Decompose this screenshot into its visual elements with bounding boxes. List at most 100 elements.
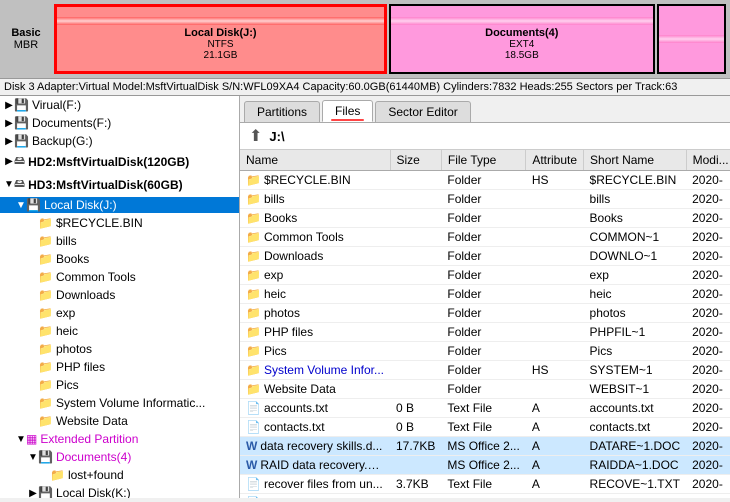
file-mod-cell: 2020- xyxy=(686,342,730,361)
tree-node-exp[interactable]: 📁 exp xyxy=(0,305,239,321)
tree-label: Local Disk(K:) xyxy=(56,486,131,498)
table-row[interactable]: 📁Common ToolsFolderCOMMON~12020- xyxy=(240,228,730,247)
tree-node-photos[interactable]: 📁 photos xyxy=(0,341,239,357)
expand-icon[interactable]: ▶ xyxy=(4,118,14,129)
list-item: 📁 photos xyxy=(0,340,239,358)
file-name: exp xyxy=(264,268,283,282)
tree-node-php-files[interactable]: 📁 PHP files xyxy=(0,359,239,375)
file-name: RAID data recovery.d... xyxy=(260,458,384,472)
tree-node-bills[interactable]: 📁 bills xyxy=(0,233,239,249)
tree-node-srecycle[interactable]: 📁 $RECYCLE.BIN xyxy=(0,215,239,231)
file-size-cell xyxy=(390,171,441,190)
tree-node-extended[interactable]: ▼ ▦ Extended Partition xyxy=(0,431,239,447)
file-name: Website Data xyxy=(264,382,336,396)
col-shortname[interactable]: Short Name xyxy=(584,150,687,171)
table-row[interactable]: 📁PHP filesFolderPHPFIL~12020- xyxy=(240,323,730,342)
expand-icon[interactable]: ▶ xyxy=(4,100,14,111)
table-row[interactable]: 📄contacts.txt0 BText FileAcontacts.txt20… xyxy=(240,418,730,437)
table-row[interactable]: 📁heicFolderheic2020- xyxy=(240,285,730,304)
table-row[interactable]: 📁DownloadsFolderDOWNLO~12020- xyxy=(240,247,730,266)
table-row[interactable]: 📁PicsFolderPics2020- xyxy=(240,342,730,361)
expand-icon[interactable]: ▶ xyxy=(4,156,14,167)
tree-node-books[interactable]: 📁 Books xyxy=(0,251,239,267)
file-icon: 📄 xyxy=(246,477,261,491)
table-row[interactable]: 📁$RECYCLE.BINFolderHS$RECYCLE.BIN2020- xyxy=(240,171,730,190)
table-row[interactable]: 📄accounts.txt0 BText FileAaccounts.txt20… xyxy=(240,399,730,418)
col-size[interactable]: Size xyxy=(390,150,441,171)
folder-icon: 📁 xyxy=(38,378,53,392)
table-row[interactable]: 📁billsFolderbills2020- xyxy=(240,190,730,209)
file-short-cell: Pics xyxy=(584,342,687,361)
file-name: contacts.txt xyxy=(264,420,325,434)
partition-docs4[interactable]: Documents(4) EXT4 18.5GB xyxy=(389,4,655,74)
table-row[interactable]: 📁BooksFolderBooks2020- xyxy=(240,209,730,228)
tree-node-virual-f[interactable]: ▶ 💾 Virual(F:) xyxy=(0,97,239,113)
file-table-body: 📁$RECYCLE.BINFolderHS$RECYCLE.BIN2020-📁b… xyxy=(240,171,730,499)
file-name-cell: 📄accounts.txt xyxy=(240,399,390,418)
tree-label: exp xyxy=(56,306,75,320)
folder-icon: 📁 xyxy=(246,268,261,282)
file-attr-cell: A xyxy=(526,399,584,418)
tree-label: Virual(F:) xyxy=(32,98,81,112)
col-modified[interactable]: Modi... xyxy=(686,150,730,171)
expand-icon[interactable]: ▶ xyxy=(4,136,14,147)
tab-underline xyxy=(331,119,364,121)
col-attribute[interactable]: Attribute xyxy=(526,150,584,171)
expand-icon[interactable]: ▼ xyxy=(16,200,26,211)
table-row[interactable]: 📁expFolderexp2020- xyxy=(240,266,730,285)
table-row[interactable]: 📄to do list.txt0 BText FileATODOLI~1.TXT… xyxy=(240,494,730,499)
tree-node-docs4[interactable]: ▼ 💾 Documents(4) xyxy=(0,449,239,465)
file-short-cell: DATARE~1.DOC xyxy=(584,437,687,456)
tree-node-heic[interactable]: 📁 heic xyxy=(0,323,239,339)
file-attr-cell: A xyxy=(526,494,584,499)
tab-partitions[interactable]: Partitions xyxy=(244,101,320,122)
tab-files[interactable]: Files xyxy=(322,100,373,122)
list-item: 📁 bills xyxy=(0,232,239,250)
file-short-cell: accounts.txt xyxy=(584,399,687,418)
file-name-cell: 📁heic xyxy=(240,285,390,304)
partition-extra[interactable] xyxy=(657,4,726,74)
col-filetype[interactable]: File Type xyxy=(441,150,525,171)
expand-icon[interactable]: ▶ xyxy=(28,488,38,499)
file-name-cell: 📄to do list.txt xyxy=(240,494,390,499)
file-name-cell: 📁System Volume Infor... xyxy=(240,361,390,380)
tree-node-website-data[interactable]: 📁 Website Data xyxy=(0,413,239,429)
file-name: Pics xyxy=(264,344,287,358)
file-attr-cell xyxy=(526,380,584,399)
tree-node-lost-found[interactable]: 📁 lost+found xyxy=(0,467,239,483)
expand-icon[interactable]: ▼ xyxy=(4,179,14,190)
tree-label: heic xyxy=(56,324,78,338)
folder-icon: 📁 xyxy=(38,396,53,410)
table-row[interactable]: 📄recover files from un...3.7KBText FileA… xyxy=(240,475,730,494)
tree-node-local-j[interactable]: ▼ 💾 Local Disk(J:) xyxy=(0,197,239,213)
table-row[interactable]: Wdata recovery skills.d...17.7KBMS Offic… xyxy=(240,437,730,456)
table-row[interactable]: 📁System Volume Infor...FolderHSSYSTEM~12… xyxy=(240,361,730,380)
folder-icon: 📁 xyxy=(38,342,53,356)
tree-node-local-k[interactable]: ▶ 💾 Local Disk(K:) xyxy=(0,485,239,498)
nav-up-button[interactable]: ⬆ xyxy=(246,126,265,146)
expand-icon[interactable]: ▼ xyxy=(16,434,26,445)
table-row[interactable]: 📁Website DataFolderWEBSIT~12020- xyxy=(240,380,730,399)
tree-node-docs-f[interactable]: ▶ 💾 Documents(F:) xyxy=(0,115,239,131)
tree-node-downloads[interactable]: 📁 Downloads xyxy=(0,287,239,303)
tree-node-backup-g[interactable]: ▶ 💾 Backup(G:) xyxy=(0,133,239,149)
tree-node-sysvolinfo[interactable]: 📁 System Volume Informatic... xyxy=(0,395,239,411)
file-attr-cell xyxy=(526,228,584,247)
file-mod-cell: 2020- xyxy=(686,247,730,266)
tree-node-common-tools[interactable]: 📁 Common Tools xyxy=(0,269,239,285)
tree-node-hd3[interactable]: ▼ 🖴 HD3:MsftVirtualDisk(60GB) xyxy=(0,174,239,195)
file-size-cell: 0 B xyxy=(390,418,441,437)
col-name[interactable]: Name xyxy=(240,150,390,171)
partition-local-j[interactable]: Local Disk(J:) NTFS 21.1GB xyxy=(54,4,387,74)
main-area: ▶ 💾 Virual(F:) ▶ 💾 Documents(F:) ▶ 💾 Bac… xyxy=(0,96,730,498)
current-path: J:\ xyxy=(269,129,284,144)
table-row[interactable]: 📁photosFolderphotos2020- xyxy=(240,304,730,323)
folder-icon: 📁 xyxy=(38,216,53,230)
tab-sector-editor[interactable]: Sector Editor xyxy=(375,101,470,122)
file-type-cell: Folder xyxy=(441,323,525,342)
expand-icon[interactable]: ▼ xyxy=(28,452,38,463)
file-mod-cell: 2020- xyxy=(686,418,730,437)
tree-node-pics[interactable]: 📁 Pics xyxy=(0,377,239,393)
table-row[interactable]: WRAID data recovery.d...MS Office 2...AR… xyxy=(240,456,730,475)
tree-node-hd2[interactable]: ▶ 🖴 HD2:MsftVirtualDisk(120GB) xyxy=(0,151,239,172)
